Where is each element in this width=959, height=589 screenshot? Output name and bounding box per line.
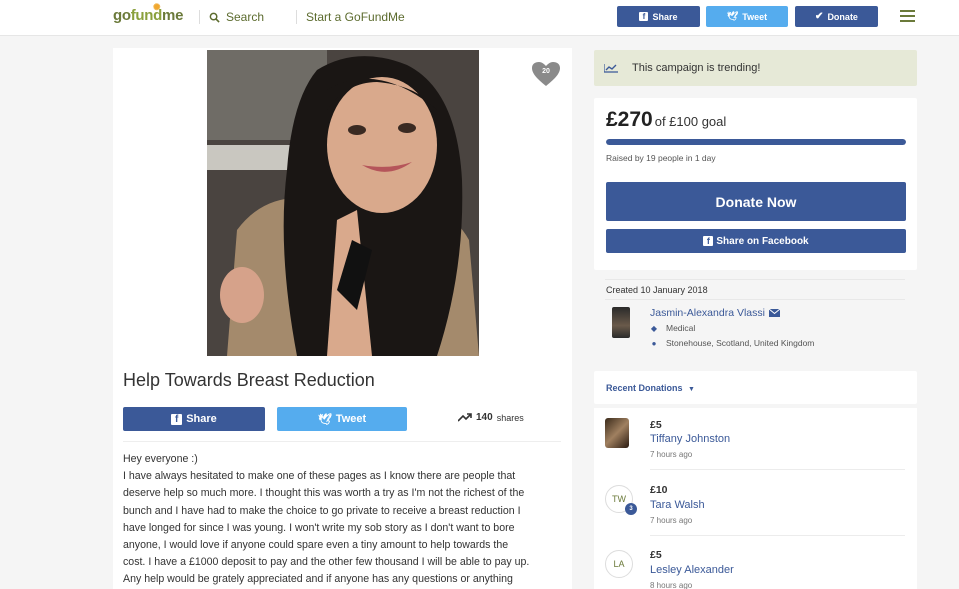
organizer-location: ● Stonehouse, Scotland, United Kingdom	[650, 338, 815, 348]
campaign-title: Help Towards Breast Reduction	[123, 370, 375, 390]
donation-summary-card: £270 of £100 goal Raised by 19 people in…	[594, 98, 917, 270]
top-header: gofundme ✺ Search Start a GoFundMe f Sha…	[0, 0, 959, 36]
organizer-category: ◆ Medical	[650, 323, 695, 333]
donor-name[interactable]: Lesley Alexander	[650, 564, 734, 576]
facebook-icon: f	[639, 12, 649, 21]
trending-icon	[458, 413, 472, 422]
trending-banner: This campaign is trending!	[594, 50, 917, 86]
logo-go-text: go	[113, 7, 131, 24]
header-divider	[296, 10, 297, 24]
campaign-tweet-button[interactable]: 🕊 Tweet	[277, 407, 407, 431]
raised-amount: £270	[606, 108, 653, 131]
header-share-label: Share	[652, 11, 678, 22]
story-line: Any help would be grately appreciated an…	[123, 573, 513, 586]
story-line: anyone, I would love if anyone could spa…	[123, 539, 509, 552]
trending-text: This campaign is trending!	[632, 62, 761, 74]
recent-donations-header: Recent Donations ▼	[594, 371, 917, 404]
story-line: have longed for since I was young. I won…	[123, 521, 515, 534]
donations-list: £5 Tiffany Johnston 7 hours ago TW 3 £10…	[594, 408, 917, 589]
header-divider	[199, 10, 200, 24]
story-line: cost. I have a £1000 deposit to pay and …	[123, 556, 530, 569]
organizer-avatar[interactable]	[612, 307, 630, 338]
search-label: Search	[226, 10, 265, 24]
divider	[650, 469, 905, 470]
recent-donations-dropdown[interactable]: Recent Donations ▼	[606, 383, 695, 393]
logo-me-text: me	[162, 7, 184, 24]
shares-number: 140	[476, 412, 493, 423]
facebook-icon: f	[703, 236, 714, 246]
donation-amount: £5	[650, 549, 662, 561]
share-on-facebook-label: Share on Facebook	[716, 235, 809, 247]
twitter-icon: 🕊	[317, 413, 332, 426]
chevron-down-icon: ▼	[688, 386, 695, 393]
donate-now-button[interactable]: Donate Now	[606, 182, 906, 221]
header-share-button[interactable]: f Share	[617, 6, 700, 27]
story-line: bunch and I have had to make the choice …	[123, 504, 521, 517]
donor-name[interactable]: Tiffany Johnston	[650, 433, 730, 445]
raised-by-text: Raised by 19 people in 1 day	[606, 153, 716, 163]
header-tweet-button[interactable]: 🕊 Tweet	[706, 6, 788, 27]
heart-count: 20	[542, 68, 550, 75]
donation-amount: £10	[650, 484, 668, 496]
search-link[interactable]: Search	[209, 10, 264, 24]
campaign-story: Hey everyone :) I have always hesitated …	[123, 451, 563, 589]
campaign-card: 20 Help Towards Breast Reduction f Share…	[113, 48, 572, 589]
trending-chart-icon	[604, 64, 618, 73]
menu-icon[interactable]	[900, 10, 915, 22]
campaign-share-label: Share	[186, 413, 217, 425]
story-line: Hey everyone :)	[123, 453, 198, 465]
organizer-category-text: Medical	[666, 323, 696, 333]
header-donate-button[interactable]: ✔ Donate	[795, 6, 878, 27]
donor-avatar	[605, 418, 629, 448]
donor-name[interactable]: Tara Walsh	[650, 499, 705, 511]
shares-count: 140 shares	[458, 412, 524, 423]
divider	[605, 279, 905, 280]
organizer-location-text: Stonehouse, Scotland, United Kingdom	[666, 338, 815, 348]
divider	[123, 441, 561, 442]
campaign-photo-illustration	[207, 50, 479, 356]
divider	[605, 299, 905, 300]
campaign-photo[interactable]	[207, 50, 479, 356]
header-tweet-label: Tweet	[742, 11, 768, 22]
envelope-icon[interactable]	[768, 309, 780, 317]
organizer-name-link[interactable]: Jasmin-Alexandra Vlassi	[650, 307, 780, 319]
gofundme-logo[interactable]: gofundme ✺	[113, 2, 184, 24]
recent-donations-label: Recent Donations	[606, 383, 683, 393]
logo-sun-icon: ✺	[153, 2, 161, 12]
twitter-icon: 🕊	[726, 11, 739, 21]
divider	[650, 535, 905, 536]
shares-label: shares	[496, 412, 524, 423]
story-line: deserve help so much more. I thought thi…	[123, 487, 525, 500]
search-icon	[209, 12, 220, 23]
donor-avatar: LA	[605, 550, 633, 578]
check-icon: ✔	[815, 11, 824, 22]
tag-icon: ◆	[650, 323, 658, 333]
facebook-icon: f	[171, 413, 183, 425]
created-date: Created 10 January 2018	[606, 285, 708, 295]
donor-badge: 3	[625, 503, 637, 515]
raised-amount-line: £270 of £100 goal	[606, 108, 726, 132]
location-pin-icon: ●	[651, 338, 657, 348]
donation-time: 7 hours ago	[650, 516, 693, 525]
start-gofundme-link[interactable]: Start a GoFundMe	[306, 10, 405, 24]
goal-text: of £100 goal	[654, 114, 727, 129]
campaign-tweet-label: Tweet	[335, 413, 367, 425]
donation-amount: £5	[650, 419, 662, 431]
story-line: I have always hesitated to make one of t…	[123, 470, 516, 483]
donation-time: 8 hours ago	[650, 581, 693, 589]
donation-time: 7 hours ago	[650, 450, 693, 459]
share-on-facebook-button[interactable]: f Share on Facebook	[606, 229, 906, 253]
progress-fill	[606, 139, 906, 145]
header-donate-label: Donate	[827, 11, 858, 22]
progress-bar	[606, 139, 906, 145]
organizer-name: Jasmin-Alexandra Vlassi	[650, 307, 765, 319]
campaign-share-button[interactable]: f Share	[123, 407, 265, 431]
